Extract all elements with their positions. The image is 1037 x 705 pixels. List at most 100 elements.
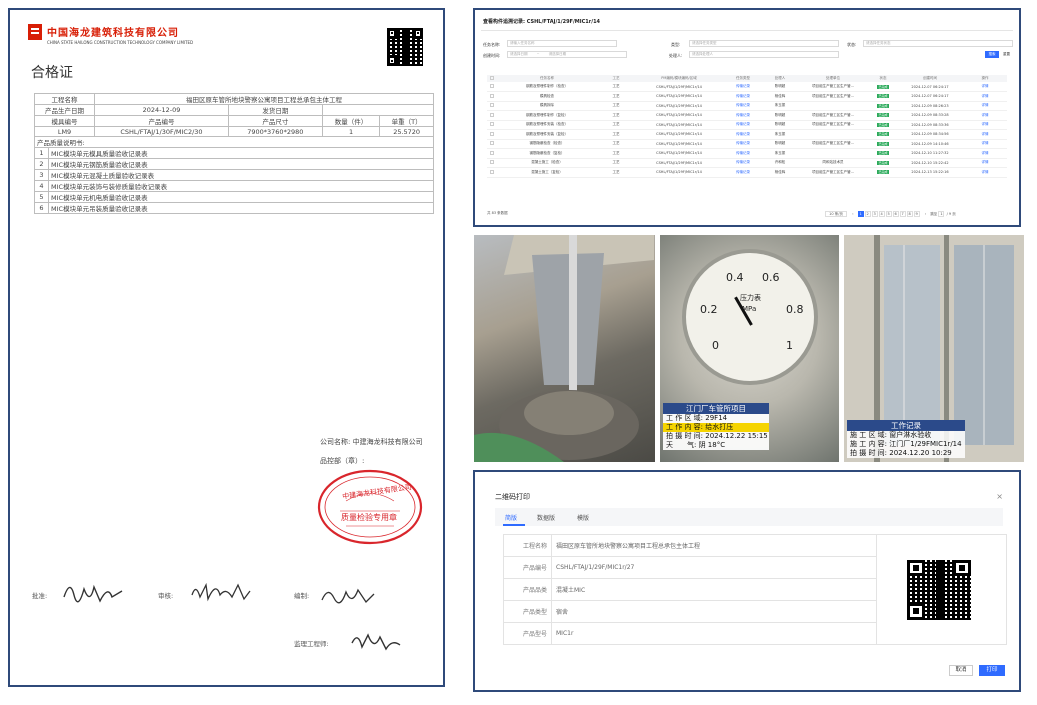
detail-link[interactable]: 详情 — [982, 94, 989, 98]
cell-text: 杨佳辉 — [774, 169, 786, 174]
page-number[interactable]: 7 — [899, 211, 906, 217]
qr-print-dialog: 二维码打印 × 简版 数据版 模版 工程名称 福田区原车管所地块警察公寓项目工程… — [473, 470, 1021, 692]
page-size-select[interactable]: 10 条/页 — [825, 211, 847, 217]
page-number[interactable]: 3 — [871, 211, 878, 217]
handler-label: 处理人: — [669, 53, 683, 58]
row-checkbox[interactable] — [487, 129, 497, 140]
page-number[interactable]: 5 — [885, 211, 892, 217]
table-row: 混凝土施工（复检） 工艺 CSHL/FTAJ/1/29F/MIC1r/14 传输记录 杨… — [487, 167, 1007, 178]
row-checkbox[interactable] — [487, 158, 497, 168]
table-row: 钢筋及预埋件安装（复检） 工艺 CSHL/FTAJ/1/29F/MIC1r/14 传输… — [487, 129, 1007, 140]
row-checkbox[interactable] — [487, 148, 497, 159]
cell-text: 工艺 — [612, 169, 620, 174]
table-cell: 工艺 — [597, 158, 635, 168]
cell-text: 工艺 — [612, 84, 620, 88]
page-number[interactable]: 6 — [892, 211, 899, 217]
table-cell[interactable]: 详情 — [963, 82, 1007, 92]
status-badge: 已完成 — [877, 84, 889, 89]
detail-link[interactable]: 详情 — [982, 141, 989, 145]
table-cell[interactable]: 详情 — [963, 110, 1007, 121]
detail-link[interactable]: 详情 — [982, 84, 989, 88]
page-number[interactable]: 9 — [913, 211, 920, 217]
table-cell: 2024-12-09 14:10:46 — [897, 139, 963, 149]
cell-text: 传输记录 — [736, 93, 750, 98]
type-select[interactable]: 请选择任务类型 — [689, 40, 839, 47]
cell-text: CSHL/FTAJ/1/29F/MIC1r/14 — [656, 132, 702, 137]
table-cell[interactable]: 详情 — [963, 139, 1007, 149]
table-cell: 混凝土施工（检查） — [497, 158, 597, 168]
record-no: 2 — [34, 158, 49, 170]
row-checkbox[interactable] — [487, 82, 497, 92]
page-number[interactable]: 8 — [906, 211, 913, 217]
table-cell[interactable]: 详情 — [963, 91, 1007, 102]
certificate-table: 工程名称 福田区原车管所地块警察公寓项目工程总承包主体工程 产品生产日期 202… — [33, 93, 435, 214]
table-cell[interactable]: 详情 — [963, 129, 1007, 140]
company-name-en: CHINA STATE HAILONG CONSTRUCTION TECHNOL… — [47, 40, 194, 45]
cell-text: 传输记录 — [736, 169, 750, 174]
window-watermark: 工作记录 施 工 区 域: 窗户淋水验收 施 工 内 容: 江门厂1/29FMI… — [847, 420, 965, 458]
row-checkbox[interactable] — [487, 91, 497, 102]
watermark-line: 工 作 区 域: 29F14 — [666, 414, 728, 422]
print-button[interactable]: 打印 — [979, 665, 1005, 676]
tab-data[interactable]: 数据版 — [537, 513, 555, 522]
cell-text: 2024-12-09 08:34:56 — [911, 132, 949, 137]
cell-text: 传输记录 — [736, 131, 750, 136]
table-cell[interactable]: 详情 — [963, 148, 1007, 159]
goto-page-input[interactable]: 1 — [938, 211, 945, 217]
tab-simple[interactable]: 简版 — [505, 513, 517, 522]
detail-link[interactable]: 详情 — [982, 160, 989, 164]
next-page-icon[interactable]: › — [925, 212, 926, 216]
table-cell: 传输记录 — [723, 139, 763, 149]
row-checkbox[interactable] — [487, 110, 497, 121]
detail-link[interactable]: 详情 — [982, 151, 989, 155]
detail-link[interactable]: 详情 — [982, 103, 989, 107]
dialog-title: 二维码打印 — [495, 493, 530, 501]
detail-link[interactable]: 详情 — [982, 170, 989, 174]
page-number[interactable]: 4 — [878, 211, 885, 217]
row-checkbox[interactable] — [487, 167, 497, 178]
detail-link[interactable]: 详情 — [982, 132, 989, 136]
cell-text: 项目组生产管工区生产管... — [812, 93, 854, 98]
cancel-button[interactable]: 取消 — [949, 665, 973, 676]
created-time-label: 创建时间: — [483, 53, 501, 58]
page-number[interactable]: 1 — [857, 211, 864, 217]
table-cell: 已完成 — [869, 120, 897, 130]
reset-button[interactable]: 重置 — [1003, 51, 1010, 58]
detail-link[interactable]: 详情 — [982, 113, 989, 117]
cell-text: 模具检查 — [540, 93, 554, 98]
task-name-label: 任务名称: — [483, 42, 501, 47]
page-number[interactable]: 2 — [864, 211, 871, 217]
select-all-checkbox[interactable] — [487, 75, 497, 82]
row-checkbox[interactable] — [487, 139, 497, 149]
table-cell: CSHL/FTAJ/1/29F/MIC1r/14 — [635, 120, 723, 130]
row-checkbox[interactable] — [487, 120, 497, 130]
table-cell[interactable]: 详情 — [963, 120, 1007, 130]
watermark-line: 施 工 内 容: 江门厂1/29FMIC1r/14 — [850, 440, 962, 448]
handler-input[interactable]: 请选择处理人 — [689, 51, 839, 58]
prev-page-icon[interactable]: ‹ — [852, 212, 853, 216]
close-icon[interactable]: × — [996, 492, 1003, 501]
column-header: 操作 — [963, 75, 1007, 82]
cell-text: 2024-12-09 08:33:36 — [911, 122, 949, 127]
table-cell: 工艺 — [597, 82, 635, 92]
value-mold-no: LM9 — [33, 126, 96, 137]
table-cell[interactable]: 详情 — [963, 167, 1007, 178]
prepare-signature — [321, 588, 375, 604]
status-select[interactable]: 请选择任务状态 — [863, 40, 1013, 47]
field-value: CSHL/FTAJ/1/29F/MIC1r/27 — [551, 556, 877, 579]
record-no: 4 — [34, 180, 49, 192]
row-checkbox[interactable] — [487, 101, 497, 111]
search-button[interactable]: 搜索 — [985, 51, 999, 58]
trace-window-title: 查看构件追溯记录: CSHL/FTAJ/1/29F/MIC1r/14 — [483, 19, 601, 25]
table-row: 钢筋隐蔽检查（复检） 工艺 CSHL/FTAJ/1/29F/MIC1r/14 传输记录… — [487, 148, 1007, 159]
table-cell[interactable]: 详情 — [963, 158, 1007, 168]
task-name-input[interactable]: 请输入任务名称 — [507, 40, 617, 47]
date-range-input[interactable]: 请选择日期 ~ 请选择日期 — [507, 51, 627, 58]
table-cell[interactable]: 详情 — [963, 101, 1007, 111]
tab-template[interactable]: 模版 — [577, 513, 589, 522]
field-value: 混凝土MIC — [551, 578, 877, 601]
detail-link[interactable]: 详情 — [982, 122, 989, 126]
value-production-date: 2024-12-09 — [94, 104, 229, 116]
cell-text: 工艺 — [612, 141, 620, 146]
table-cell: 工艺 — [597, 91, 635, 102]
